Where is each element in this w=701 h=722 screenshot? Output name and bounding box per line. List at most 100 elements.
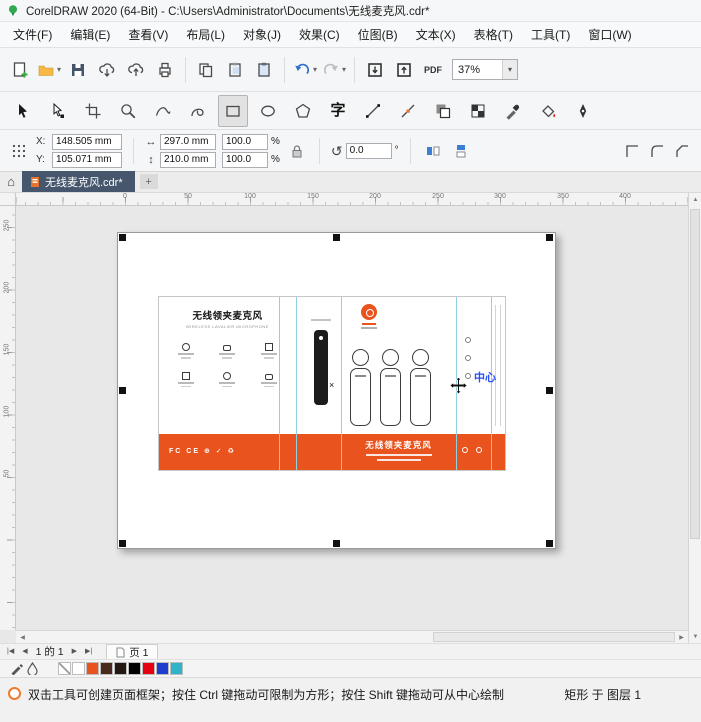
paste-button[interactable] [221,54,249,86]
rotation-input[interactable] [345,142,392,159]
paste-special-button[interactable] [250,54,278,86]
menu-effects[interactable]: 效果(C) [290,22,349,47]
color-swatch[interactable] [128,662,141,675]
scroll-left-arrow[interactable]: ◀ [16,631,29,643]
selection-handle-s[interactable] [333,540,340,547]
y-position-input[interactable] [52,151,122,168]
b-spline-tool[interactable] [183,95,213,127]
zoom-tool[interactable] [113,95,143,127]
color-swatch[interactable] [100,662,113,675]
vertical-scrollbar[interactable]: ▲ ▼ [688,193,701,643]
menu-view[interactable]: 查看(V) [119,22,177,47]
text-tool[interactable]: 字 [323,95,353,127]
first-page-button[interactable]: |◀ [5,648,16,655]
mesh-fill-tool[interactable] [463,95,493,127]
drawing-canvas[interactable]: 无线领夹麦克风 WIRELESS LAVALIER MICROPHONE × F… [16,206,688,630]
print-button[interactable] [151,54,179,86]
mirror-horizontal-button[interactable] [422,140,444,162]
chevron-down-icon[interactable]: ▾ [502,60,518,79]
color-swatch-none[interactable] [58,662,71,675]
color-swatch[interactable] [142,662,155,675]
menu-layout[interactable]: 布局(L) [177,22,234,47]
menu-bitmaps[interactable]: 位图(B) [349,22,407,47]
sharp-corner-button[interactable] [621,140,643,162]
selection-handle-nw[interactable] [119,234,126,241]
chevron-down-icon[interactable]: ▾ [342,65,346,74]
horizontal-scroll-thumb[interactable] [432,632,675,642]
ruler-origin-box[interactable] [0,193,16,206]
transparency-tool[interactable] [428,95,458,127]
two-point-line-tool[interactable] [358,95,388,127]
mirror-vertical-button[interactable] [450,140,472,162]
scale-y-input[interactable] [222,151,268,168]
horizontal-scrollbar[interactable]: ◀ ▶ [16,630,688,643]
save-to-cloud-button[interactable] [122,54,150,86]
chevron-down-icon[interactable]: ▾ [313,65,317,74]
x-position-input[interactable] [52,133,122,150]
color-eyedropper-tool[interactable] [498,95,528,127]
color-swatch[interactable] [114,662,127,675]
menu-tools[interactable]: 工具(T) [522,22,579,47]
chevron-down-icon[interactable]: ▾ [57,65,61,74]
scroll-right-arrow[interactable]: ▶ [675,631,688,643]
smart-fill-tool[interactable] [533,95,563,127]
page-tab[interactable]: 页 1 [106,644,159,659]
ellipse-tool[interactable] [253,95,283,127]
publish-to-pdf-button[interactable]: PDF [419,54,447,86]
color-swatch[interactable] [72,662,85,675]
new-tab-button[interactable]: + [139,174,158,189]
horizontal-ruler[interactable]: 0 50 100 150 200 250 300 350 400 [16,193,688,206]
polygon-tool[interactable] [288,95,318,127]
import-button[interactable] [361,54,389,86]
bezier-tool[interactable] [393,95,423,127]
vertical-scroll-thumb[interactable] [690,209,700,539]
prev-page-button[interactable]: ◀ [20,648,29,655]
round-corner-button[interactable] [646,140,668,162]
last-page-button[interactable]: ▶| [83,648,94,655]
object-height-input[interactable] [160,151,216,168]
selection-handle-w[interactable] [119,387,126,394]
scroll-up-arrow[interactable]: ▲ [689,193,701,206]
vertical-ruler[interactable]: 250 200 150 100 50 [0,206,16,630]
welcome-tab[interactable]: ⌂ [0,171,22,192]
freehand-tool[interactable] [148,95,178,127]
selection-handle-sw[interactable] [119,540,126,547]
crop-tool[interactable] [78,95,108,127]
open-document-button[interactable]: ▾ [35,54,63,86]
copy-button[interactable] [192,54,220,86]
scale-x-input[interactable] [222,133,268,150]
open-from-cloud-button[interactable] [93,54,121,86]
zoom-level-combo[interactable]: 37% ▾ [452,59,519,80]
next-page-button[interactable]: ▶ [70,648,79,655]
pick-tool[interactable] [8,95,38,127]
color-swatch[interactable] [170,662,183,675]
selection-handle-se[interactable] [546,540,553,547]
selection-handle-ne[interactable] [546,234,553,241]
color-swatch[interactable] [86,662,99,675]
document-tab-active[interactable]: 无线麦克风.cdr* [22,171,135,192]
redo-button[interactable]: ▾ [320,54,348,86]
export-button[interactable] [390,54,418,86]
menu-edit[interactable]: 编辑(E) [61,22,119,47]
color-swatch[interactable] [156,662,169,675]
menu-table[interactable]: 表格(T) [465,22,522,47]
menu-text[interactable]: 文本(X) [407,22,465,47]
menu-file[interactable]: 文件(F) [4,22,61,47]
new-document-button[interactable] [6,54,34,86]
undo-button[interactable]: ▾ [291,54,319,86]
scroll-down-arrow[interactable]: ▼ [689,630,701,643]
menu-window[interactable]: 窗口(W) [579,22,640,47]
rectangle-tool[interactable] [218,94,248,127]
outline-color-indicator[interactable] [8,661,24,677]
outline-pen-tool[interactable] [568,95,598,127]
object-width-input[interactable] [160,133,216,150]
save-button[interactable] [64,54,92,86]
fill-color-indicator[interactable] [24,661,40,677]
object-position-button[interactable] [8,140,30,162]
menu-object[interactable]: 对象(J) [234,22,290,47]
chamfer-corner-button[interactable] [671,140,693,162]
shape-tool[interactable] [43,95,73,127]
lock-ratio-button[interactable] [286,140,308,162]
selection-handle-n[interactable] [333,234,340,241]
selection-handle-e[interactable] [546,387,553,394]
